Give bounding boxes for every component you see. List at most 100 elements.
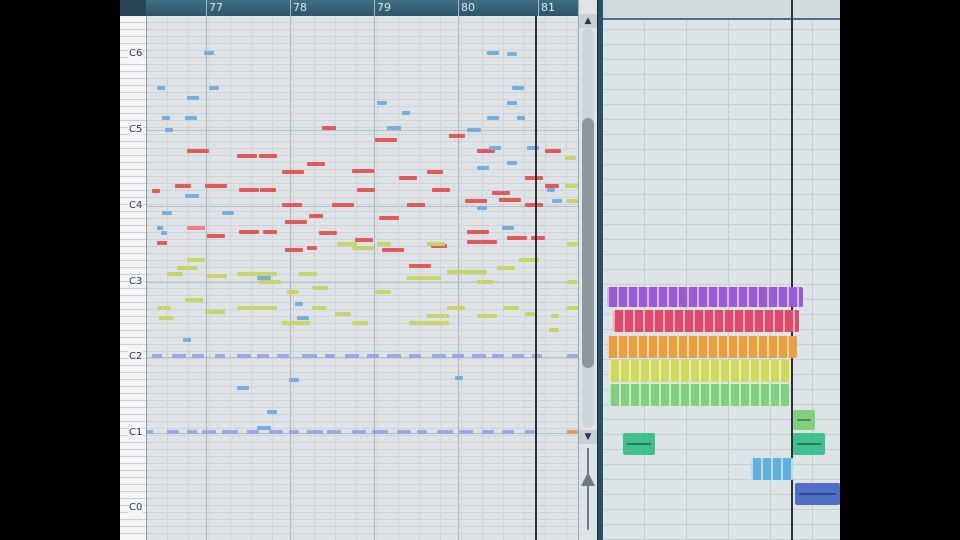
midi-note[interactable]: [489, 146, 501, 150]
midi-note[interactable]: [477, 280, 493, 284]
arrange-ruler[interactable]: [603, 0, 840, 20]
midi-note[interactable]: [167, 272, 183, 276]
midi-note[interactable]: [382, 248, 404, 252]
midi-note[interactable]: [239, 188, 259, 192]
midi-note[interactable]: [402, 111, 410, 115]
midi-note[interactable]: [157, 241, 167, 245]
midi-note[interactable]: [447, 306, 465, 310]
midi-note[interactable]: [263, 230, 277, 234]
midi-note[interactable]: [237, 272, 277, 276]
midi-note[interactable]: [312, 306, 326, 310]
midi-note[interactable]: [567, 199, 578, 203]
midi-note[interactable]: [152, 354, 162, 358]
midi-note[interactable]: [202, 430, 216, 434]
midi-note[interactable]: [565, 184, 578, 188]
midi-note[interactable]: [185, 194, 199, 198]
midi-note[interactable]: [525, 203, 543, 207]
midi-note[interactable]: [187, 258, 205, 262]
midi-note[interactable]: [282, 321, 310, 325]
midi-note[interactable]: [187, 226, 205, 230]
midi-note[interactable]: [437, 430, 453, 434]
midi-note[interactable]: [502, 226, 514, 230]
midi-note[interactable]: [372, 430, 388, 434]
midi-note[interactable]: [552, 199, 562, 203]
midi-note[interactable]: [387, 354, 401, 358]
midi-note[interactable]: [355, 238, 373, 242]
zoom-slider-handle[interactable]: [581, 472, 595, 486]
midi-note[interactable]: [549, 328, 559, 332]
clip-teal-right[interactable]: [793, 433, 825, 455]
midi-note[interactable]: [237, 154, 257, 158]
midi-note[interactable]: [247, 430, 259, 434]
midi-note[interactable]: [335, 312, 351, 316]
midi-note[interactable]: [237, 306, 277, 310]
midi-note[interactable]: [567, 280, 577, 284]
midi-note[interactable]: [452, 354, 464, 358]
midi-note[interactable]: [157, 226, 163, 230]
clip-red[interactable]: [613, 310, 799, 332]
clip-green[interactable]: [609, 384, 789, 406]
midi-note[interactable]: [185, 116, 197, 120]
midi-note[interactable]: [215, 354, 225, 358]
midi-note[interactable]: [237, 386, 249, 390]
midi-note[interactable]: [277, 354, 289, 358]
midi-note[interactable]: [285, 220, 307, 224]
midi-note[interactable]: [367, 354, 379, 358]
midi-note[interactable]: [161, 231, 167, 235]
midi-note[interactable]: [525, 430, 535, 434]
midi-note[interactable]: [477, 206, 487, 210]
midi-note[interactable]: [282, 170, 304, 174]
midi-note[interactable]: [399, 176, 417, 180]
midi-note[interactable]: [525, 312, 535, 316]
midi-note[interactable]: [432, 354, 446, 358]
midi-note[interactable]: [327, 430, 341, 434]
midi-note[interactable]: [397, 430, 411, 434]
midi-note[interactable]: [487, 51, 499, 55]
midi-note[interactable]: [260, 188, 276, 192]
midi-note[interactable]: [352, 430, 366, 434]
zoom-slider-track[interactable]: [587, 448, 589, 530]
midi-note[interactable]: [239, 230, 259, 234]
midi-note[interactable]: [482, 430, 494, 434]
midi-note[interactable]: [309, 214, 323, 218]
midi-note[interactable]: [567, 242, 578, 246]
midi-note[interactable]: [157, 306, 171, 310]
midi-note[interactable]: [162, 116, 170, 120]
midi-note[interactable]: [259, 154, 277, 158]
midi-note[interactable]: [507, 236, 527, 240]
midi-note[interactable]: [289, 378, 299, 382]
midi-note[interactable]: [205, 310, 225, 314]
midi-note[interactable]: [455, 376, 463, 380]
midi-note[interactable]: [407, 276, 441, 280]
midi-note[interactable]: [325, 354, 335, 358]
midi-note[interactable]: [492, 354, 504, 358]
midi-note[interactable]: [449, 134, 465, 138]
midi-note[interactable]: [282, 203, 302, 207]
midi-note[interactable]: [377, 242, 391, 246]
midi-note[interactable]: [409, 321, 449, 325]
midi-note[interactable]: [459, 430, 473, 434]
midi-note[interactable]: [467, 240, 497, 244]
vertical-scrollbar[interactable]: ▲ ▼: [578, 0, 597, 540]
midi-note[interactable]: [289, 430, 299, 434]
midi-note[interactable]: [295, 302, 303, 306]
midi-note[interactable]: [222, 430, 238, 434]
midi-note[interactable]: [387, 126, 401, 130]
arrange-view[interactable]: [603, 0, 840, 540]
midi-note[interactable]: [492, 191, 510, 195]
midi-note[interactable]: [172, 354, 186, 358]
midi-note[interactable]: [259, 280, 281, 284]
midi-note[interactable]: [407, 203, 425, 207]
midi-note[interactable]: [377, 101, 387, 105]
midi-note[interactable]: [345, 354, 359, 358]
clip-teal[interactable]: [623, 433, 655, 455]
midi-note[interactable]: [267, 410, 277, 414]
midi-note[interactable]: [427, 242, 445, 246]
clip-yellow[interactable]: [609, 360, 791, 382]
midi-note[interactable]: [507, 101, 517, 105]
midi-note[interactable]: [532, 354, 542, 358]
midi-note[interactable]: [525, 176, 543, 180]
midi-note[interactable]: [157, 86, 165, 90]
midi-note[interactable]: [507, 161, 517, 165]
midi-note[interactable]: [185, 298, 203, 302]
